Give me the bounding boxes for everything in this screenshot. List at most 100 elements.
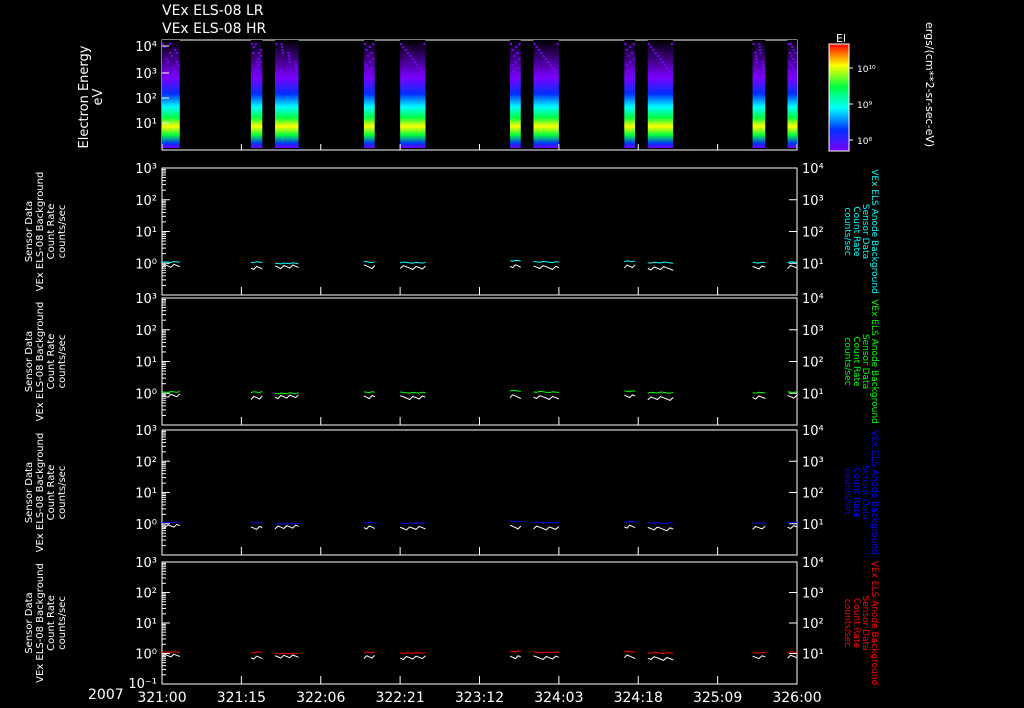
spectrogram-noise <box>259 61 262 63</box>
spectrogram-noise <box>538 49 541 51</box>
series-colored-line <box>250 651 263 654</box>
x-tick-label: 323:12 <box>455 690 504 706</box>
panel-left-label: VEx ELS-08 Background <box>35 172 46 292</box>
series-white-line <box>623 654 636 660</box>
spectrogram-noise <box>625 49 628 51</box>
spectrogram-noise <box>511 64 514 66</box>
panel-left-label: VEx ELS-08 Background <box>35 302 46 422</box>
series-white-line <box>623 264 636 269</box>
series-colored-line <box>274 652 299 655</box>
panel-left-label: Sensor Data <box>24 331 35 392</box>
spectrogram-noise <box>629 46 632 48</box>
spectrogram-noise <box>759 52 762 54</box>
spectrogram-block <box>624 40 636 148</box>
panel-left-label: Count Rate <box>46 204 57 260</box>
spectrogram-noise <box>518 58 521 60</box>
panel-left-tick-label: 10² <box>135 194 157 209</box>
panel-left-tick-label: 10² <box>135 587 157 602</box>
panel-frame <box>161 429 798 556</box>
spectrogram-noise <box>755 61 758 63</box>
spectrogram-noise <box>416 64 419 66</box>
spectrogram-noise <box>629 61 632 63</box>
panel-left-label: Count Rate <box>46 465 57 521</box>
panel-left-tick-label: 10³ <box>135 162 157 177</box>
panel-left-label: VEx ELS-08 Background <box>35 433 46 553</box>
spectrogram-noise <box>169 52 171 54</box>
colorbar-tick-label: 10¹⁰ <box>857 65 876 75</box>
spectrogram-noise <box>535 46 538 48</box>
spectrogram-noise <box>670 43 673 45</box>
series-colored-line <box>787 261 798 264</box>
spectrogram-noise <box>533 43 536 45</box>
spectrogram-noise <box>175 52 178 54</box>
series-white-line <box>363 525 375 530</box>
spectrogram-noise <box>758 43 761 45</box>
colorbar <box>828 43 850 152</box>
spectrogram-noise <box>513 55 516 57</box>
series-white-line <box>624 394 636 399</box>
spectrogram-noise <box>257 58 260 60</box>
series-white-line <box>509 264 522 269</box>
spectrogram-noise <box>165 58 168 60</box>
spectrogram-noise <box>409 55 412 57</box>
spectrogram-noise <box>280 43 283 45</box>
spectrogram-noise <box>793 70 796 72</box>
x-tick-label: 322:06 <box>296 690 345 706</box>
series-colored-line <box>533 521 560 524</box>
panel-left-label: Sensor Data <box>24 201 35 262</box>
series-white-line <box>752 655 766 660</box>
spectrogram-noise <box>755 55 758 57</box>
x-tick-label: 321:00 <box>137 690 186 706</box>
series-white-line <box>363 264 376 270</box>
spectrogram-noise <box>788 61 791 63</box>
spectrogram-block <box>509 40 521 148</box>
spectrogram-noise <box>542 55 545 57</box>
spectrogram-noise <box>167 61 170 63</box>
series-colored-line <box>400 391 426 394</box>
spectrogram-noise <box>402 46 405 48</box>
spectrogram-noise <box>365 49 368 51</box>
spectrogram-noise <box>420 70 423 72</box>
panel-right-tick-label: 10¹ <box>802 518 824 533</box>
panel-right-tick-label: 10³ <box>802 587 824 602</box>
spectrogram-noise <box>295 67 298 69</box>
spectrogram-noise <box>250 43 253 45</box>
panel-left-label: counts/sec <box>57 335 68 389</box>
spectrogram-noise <box>661 61 664 63</box>
spectrogram-block <box>533 40 559 148</box>
series-colored-line <box>787 651 798 654</box>
spectrogram-noise <box>167 70 170 72</box>
panel-left-label: Sensor Data <box>24 462 35 523</box>
panel-frame <box>161 297 798 426</box>
panel-right-tick-label: 10² <box>802 487 824 502</box>
spectrogram-noise <box>288 58 291 60</box>
spectrogram-noise <box>647 43 650 45</box>
series-white-line <box>509 524 522 530</box>
series-colored-line <box>363 521 375 524</box>
spectrogram-noise <box>423 43 426 45</box>
spectrogram-noise <box>252 52 255 54</box>
panel-left-label: Count Rate <box>46 595 57 651</box>
panel-right-tick-label: 10⁴ <box>802 292 824 307</box>
panel-right-tick-label: 10¹ <box>802 648 824 663</box>
spectrogram-noise <box>632 43 635 45</box>
spectrogram-noise <box>294 61 297 63</box>
series-colored-line <box>787 521 798 524</box>
spectrogram-noise <box>174 70 177 72</box>
spectrogram-block <box>363 40 375 148</box>
panel-right-tick-label: 10⁴ <box>802 556 824 571</box>
series-white-line <box>647 526 674 532</box>
spectrogram-noise <box>625 64 628 66</box>
spectrogram-noise <box>511 49 514 51</box>
spectrogram-noise <box>162 43 164 45</box>
series-colored-line <box>509 259 521 262</box>
spectrogram-noise <box>255 67 258 69</box>
panel-frame <box>161 167 798 296</box>
panel-right-label: counts/sec <box>842 337 852 385</box>
spectrogram-noise <box>368 61 371 63</box>
spectrogram-noise <box>762 70 765 72</box>
series-white-line <box>787 264 798 269</box>
series-colored-line <box>647 651 674 655</box>
spectrogram-noise <box>418 67 421 69</box>
spectrogram-noise <box>552 67 555 69</box>
